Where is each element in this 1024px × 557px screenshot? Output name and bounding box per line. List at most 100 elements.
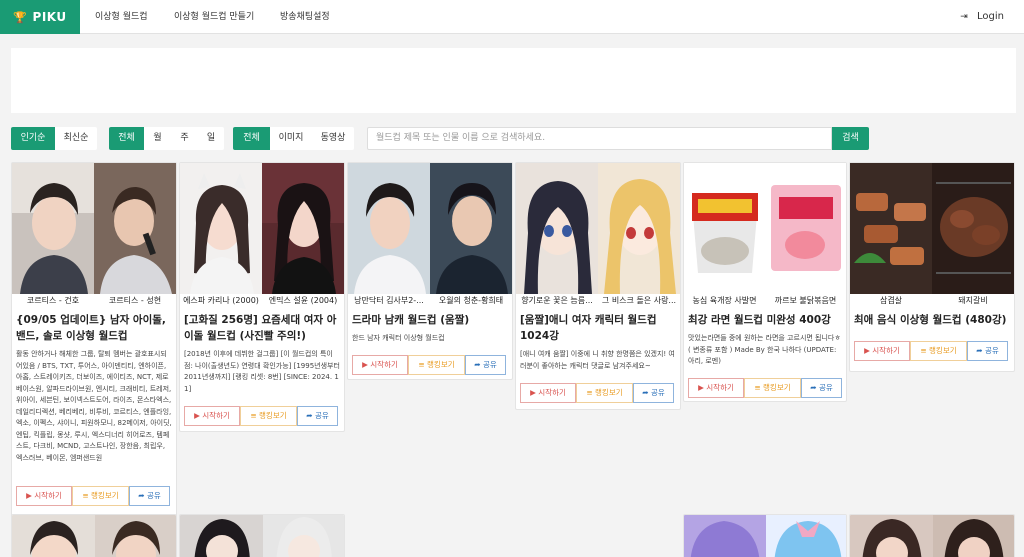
start-button-label: 시작하기: [370, 360, 398, 369]
start-button-label: 시작하기: [538, 388, 566, 397]
worldcup-card[interactable]: [11, 514, 177, 557]
card-thumbnail-left: [684, 163, 765, 294]
logo-button[interactable]: 🏆 PIKU: [0, 0, 80, 34]
card-description: 맛있는라면들 중에 원하는 라면을 고르시면 됩니다ㅎ ( 변종류 포함 ) M…: [688, 334, 841, 365]
card-thumbnail-right: [932, 163, 1014, 294]
card-thumbnail-left: [850, 163, 932, 294]
card-title[interactable]: 최애 음식 이상형 월드컵 (480강): [854, 312, 1010, 330]
share-button-label: 공유: [314, 411, 329, 420]
list-icon: ≡: [250, 411, 257, 420]
share-icon: ➦: [474, 360, 481, 369]
period-group: 전체 월 주 일: [109, 127, 224, 150]
ranking-button[interactable]: ≡ 랭킹보기: [576, 383, 633, 403]
right-candidate-caption: 그 비스크 돌은 사랑...: [601, 296, 677, 305]
share-button-label: 공유: [482, 360, 497, 369]
worldcup-card[interactable]: 향기로운 꽃은 늠름... 그 비스크 돌은 사랑... [움짤]애니 여자 캐…: [515, 162, 681, 410]
card-title[interactable]: 드라마 남캐 월드컵 (움짤): [352, 312, 508, 330]
card-thumbnail-right: [262, 163, 344, 294]
play-icon: ▶: [194, 411, 200, 420]
media-image-tab[interactable]: 이미지: [270, 127, 312, 150]
ranking-button[interactable]: ≡ 랭킹보기: [910, 341, 967, 361]
card-title[interactable]: [고화질 256명] 요즘세대 여자 아이돌 월드컵 (사진빨 주의!): [184, 312, 340, 346]
media-group: 전체 이미지 동영상: [233, 127, 354, 150]
search-button[interactable]: 검색: [832, 127, 869, 150]
share-icon: ➦: [976, 346, 983, 355]
card-title[interactable]: 최강 라면 월드컵 미완성 400강: [688, 312, 842, 330]
start-button[interactable]: ▶ 시작하기: [688, 378, 744, 398]
share-button[interactable]: ➦ 공유: [967, 341, 1008, 361]
period-all-tab[interactable]: 전체: [109, 127, 144, 150]
media-video-tab[interactable]: 동영상: [312, 127, 354, 150]
play-icon: ▶: [362, 360, 368, 369]
card-thumbnail-right: [430, 163, 512, 294]
left-candidate-caption: 삼겹살: [879, 296, 903, 305]
share-icon: ➦: [306, 411, 313, 420]
period-day-tab[interactable]: 일: [198, 127, 224, 150]
nav-link-stream-chat-settings[interactable]: 방송채팅설정: [280, 0, 330, 34]
card-actions: ▶ 시작하기 ≡ 랭킹보기 ➦ 공유: [688, 378, 842, 398]
sort-latest-tab[interactable]: 최신순: [55, 127, 97, 150]
ranking-button-label: 랭킹보기: [427, 360, 455, 369]
card-title[interactable]: {09/05 업데이트} 남자 아이돌, 밴드, 솔로 이상형 월드컵: [16, 312, 172, 346]
right-candidate-caption: 오월의 청춘-황희태: [438, 296, 504, 305]
logo-text: PIKU: [32, 10, 67, 24]
ranking-button[interactable]: ≡ 랭킹보기: [72, 486, 129, 506]
card-description: [애니 여캐 움짤] 이중에 니 취향 한명쯤은 있겠지! 여러분이 좋아하는 …: [520, 350, 675, 370]
sort-popular-tab[interactable]: 인기순: [11, 127, 55, 150]
ranking-button[interactable]: ≡ 랭킹보기: [408, 355, 465, 375]
worldcup-card[interactable]: 코르티스 - 건호 코르티스 - 성현 {09/05 업데이트} 남자 아이돌,…: [11, 162, 177, 518]
share-button[interactable]: ➦ 공유: [297, 406, 338, 426]
top-navbar: 🏆 PIKU 이상형 월드컵 이상형 월드컵 만들기 방송채팅설정 ⇥ Logi…: [0, 0, 1024, 34]
card-description: [2018년 이후에 데뷔한 걸그룹] [이 월드컵의 특이점: 나이(출생년도…: [184, 350, 340, 393]
card-actions: ▶ 시작하기 ≡ 랭킹보기 ➦ 공유: [16, 486, 170, 506]
share-button-label: 공유: [650, 388, 665, 397]
list-icon: ≡: [418, 360, 425, 369]
ad-banner: [11, 48, 1016, 113]
ranking-button[interactable]: ≡ 랭킹보기: [744, 378, 801, 398]
start-button[interactable]: ▶ 시작하기: [16, 486, 72, 506]
card-title[interactable]: [움짤]애니 여자 캐릭터 월드컵 1024강: [520, 312, 676, 346]
play-icon: ▶: [698, 383, 704, 392]
worldcup-card[interactable]: [179, 514, 345, 557]
share-button[interactable]: ➦ 공유: [129, 486, 170, 506]
share-button-label: 공유: [984, 346, 999, 355]
login-button[interactable]: ⇥ Login: [960, 0, 1004, 34]
right-candidate-caption: 돼지갈비: [958, 296, 988, 305]
start-button[interactable]: ▶ 시작하기: [520, 383, 576, 403]
ranking-button[interactable]: ≡ 랭킹보기: [240, 406, 297, 426]
worldcup-card[interactable]: 농심 육개장 사발면 까르보 불닭볶음면 최강 라면 월드컵 미완성 400강 …: [683, 162, 847, 402]
sort-group: 인기순 최신순: [11, 127, 97, 150]
worldcup-card[interactable]: [849, 514, 1015, 557]
right-candidate-caption: 코르티스 - 성현: [108, 296, 162, 305]
card-thumbnail-left: [348, 163, 430, 294]
nav-link-create-worldcup[interactable]: 이상형 월드컵 만들기: [174, 0, 254, 34]
worldcup-card[interactable]: 낭만닥터 김사부2-... 오월의 청춘-황희태 드라마 남캐 월드컵 (움짤)…: [347, 162, 513, 380]
media-all-tab[interactable]: 전체: [233, 127, 270, 150]
start-button[interactable]: ▶ 시작하기: [184, 406, 240, 426]
start-button[interactable]: ▶ 시작하기: [352, 355, 408, 375]
login-label: Login: [977, 11, 1004, 22]
share-button[interactable]: ➦ 공유: [633, 383, 674, 403]
play-icon: ▶: [864, 346, 870, 355]
period-month-tab[interactable]: 월: [144, 127, 171, 150]
period-week-tab[interactable]: 주: [171, 127, 198, 150]
card-thumbnail-right: [765, 163, 846, 294]
nav-link-worldcup[interactable]: 이상형 월드컵: [95, 0, 148, 34]
ranking-button-label: 랭킹보기: [91, 491, 119, 500]
start-button[interactable]: ▶ 시작하기: [854, 341, 910, 361]
left-candidate-caption: 향기로운 꽃은 늠름...: [521, 296, 593, 305]
share-button[interactable]: ➦ 공유: [801, 378, 842, 398]
worldcup-card[interactable]: 삼겹살 돼지갈비 최애 음식 이상형 월드컵 (480강) ▶ 시작하기 ≡ 랭…: [849, 162, 1015, 372]
ranking-button-label: 랭킹보기: [763, 383, 791, 392]
card-actions: ▶ 시작하기 ≡ 랭킹보기 ➦ 공유: [184, 406, 338, 426]
filter-bar: 인기순 최신순 전체 월 주 일 전체 이미지 동영상 월드컵 제목 또는 인물…: [11, 127, 1016, 150]
card-description: 한드 남자 캐릭터 이상형 월드컵: [352, 334, 445, 342]
card-thumbnail-left: [12, 163, 94, 294]
worldcup-card[interactable]: 에스파 카리나 (2000) 엔믹스 설윤 (2004) [고화질 256명] …: [179, 162, 345, 432]
worldcup-card[interactable]: [683, 514, 847, 557]
share-button[interactable]: ➦ 공유: [465, 355, 506, 375]
share-icon: ➦: [810, 383, 817, 392]
play-icon: ▶: [26, 491, 32, 500]
card-actions: ▶ 시작하기 ≡ 랭킹보기 ➦ 공유: [352, 355, 506, 375]
search-input[interactable]: 월드컵 제목 또는 인물 이름 으로 검색하세요.: [367, 127, 832, 150]
